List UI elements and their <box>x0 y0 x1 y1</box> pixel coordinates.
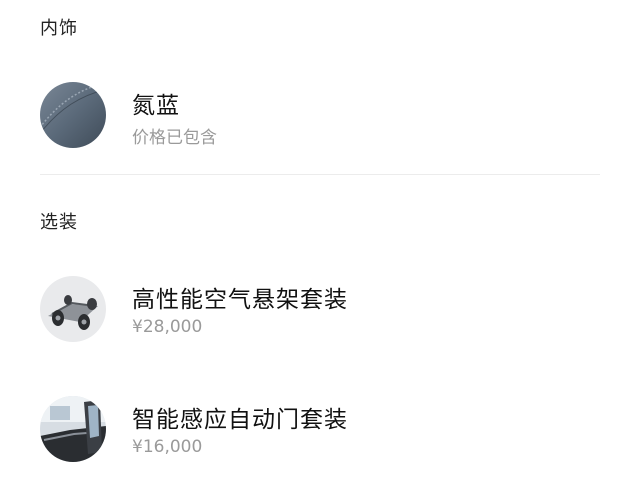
option-name: 智能感应自动门套装 <box>132 407 348 433</box>
section-divider <box>40 174 600 175</box>
interior-swatch-thumbnail <box>40 82 106 148</box>
interior-section-title: 内饰 <box>40 18 78 39</box>
config-summary-page: 内饰 氮蓝 价格已包含 选装 高性能空气悬架套装 ¥28,000 智能感应自动门… <box>0 0 640 480</box>
auto-door-image <box>40 396 106 462</box>
options-section-title: 选装 <box>40 212 78 233</box>
option-price: ¥16,000 <box>132 437 203 457</box>
option-name: 高性能空气悬架套装 <box>132 287 348 313</box>
interior-price-note: 价格已包含 <box>132 128 217 148</box>
option-price: ¥28,000 <box>132 317 203 337</box>
interior-color-name: 氮蓝 <box>132 93 180 119</box>
option-item-air-suspension[interactable]: 高性能空气悬架套装 ¥28,000 <box>40 276 600 346</box>
chassis-image <box>40 276 106 342</box>
interior-color-item[interactable]: 氮蓝 价格已包含 <box>40 82 600 152</box>
option-item-auto-door[interactable]: 智能感应自动门套装 ¥16,000 <box>40 396 600 466</box>
